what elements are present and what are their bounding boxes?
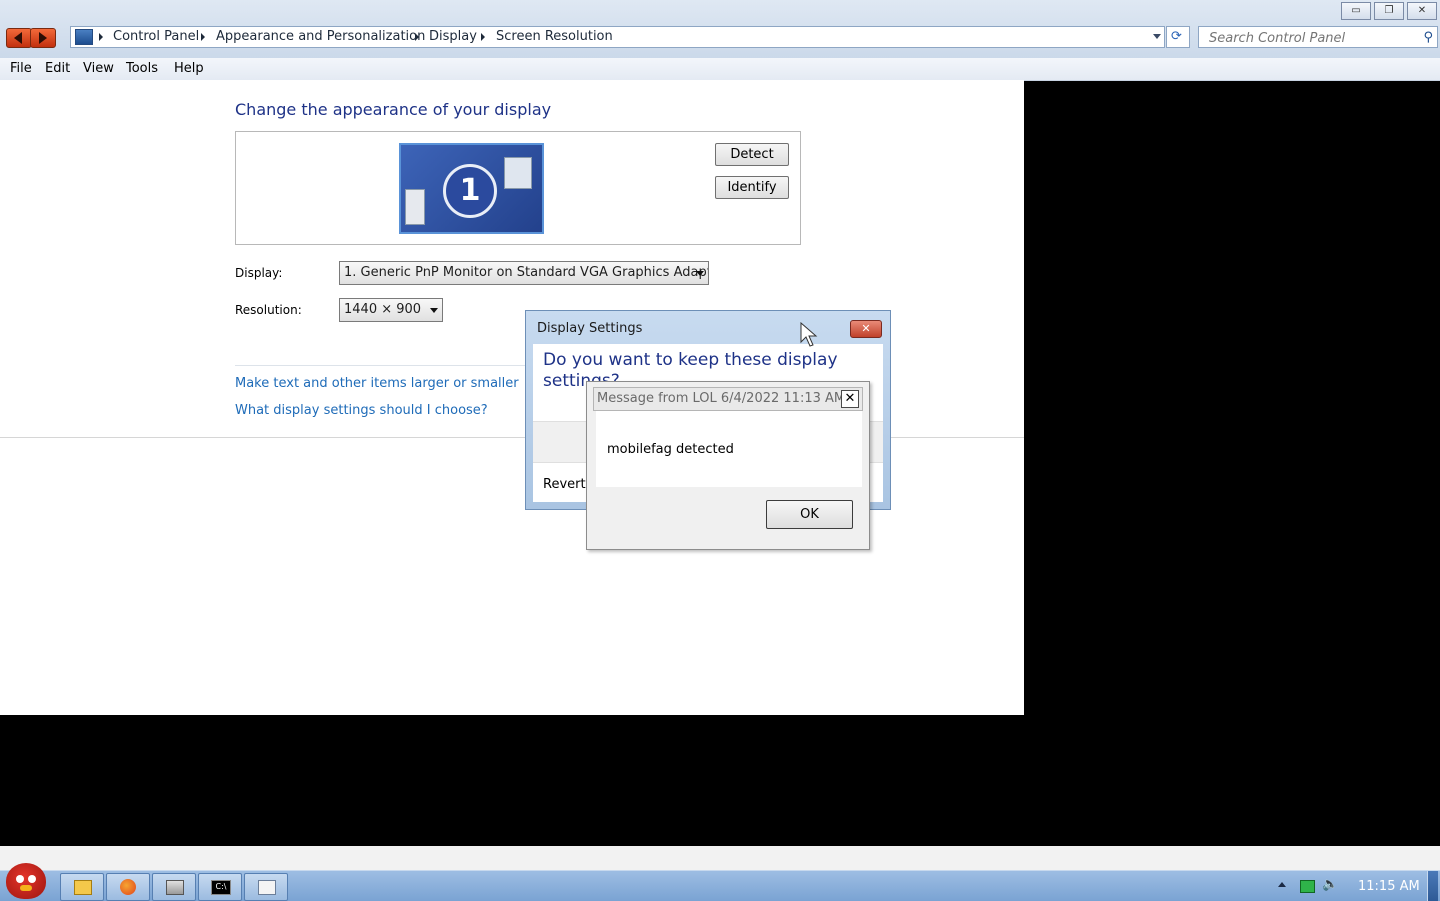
taskbar-strip — [0, 846, 1440, 870]
taskbar-firefox[interactable] — [106, 873, 150, 901]
menu-bar: File Edit View Tools Help — [0, 58, 1440, 81]
resolution-select-value: 1440 × 900 — [344, 302, 422, 317]
display-label: Display: — [235, 266, 283, 280]
taskbar-cmd[interactable]: C:\ — [198, 873, 242, 901]
breadcrumb-separator-icon[interactable] — [201, 33, 205, 41]
ok-button[interactable]: OK — [766, 500, 853, 529]
show-hidden-icons-button[interactable] — [1278, 882, 1286, 887]
cmd-icon: C:\ — [211, 880, 231, 895]
display-select-value: 1. Generic PnP Monitor on Standard VGA G… — [344, 265, 709, 280]
minimize-button[interactable]: ▭ — [1341, 2, 1371, 20]
breadcrumb-appearance[interactable]: Appearance and Personalization — [216, 29, 425, 44]
beak-icon — [20, 885, 32, 891]
firefox-icon — [120, 879, 136, 895]
monitor-number: 1 — [443, 164, 497, 218]
detect-button[interactable]: Detect — [715, 143, 789, 166]
breadcrumb-separator-icon[interactable] — [481, 33, 485, 41]
monitor-panel: 1 Detect Identify — [235, 131, 801, 245]
mouse-cursor-icon — [800, 322, 818, 347]
monitor-tile[interactable]: 1 — [399, 143, 544, 234]
window-graphic-icon — [405, 189, 425, 225]
taskbar-media[interactable] — [152, 873, 196, 901]
taskbar-clock[interactable]: 11:15 AM — [1358, 879, 1420, 894]
search-icon[interactable]: ⚲ — [1423, 30, 1433, 45]
taskbar-explorer[interactable] — [60, 873, 104, 901]
network-icon[interactable] — [1300, 880, 1315, 893]
message-text: mobilefag detected — [607, 442, 734, 457]
chevron-down-icon[interactable] — [1153, 34, 1161, 39]
show-desktop-button[interactable] — [1427, 871, 1438, 901]
message-box-title: Message from LOL 6/4/2022 11:13 AM — [597, 391, 846, 406]
menu-file[interactable]: File — [10, 61, 32, 76]
forward-arrow-icon — [39, 32, 47, 44]
message-close-button[interactable]: ✕ — [841, 390, 859, 408]
title-address-bar: ▭ ❐ ✕ Control Panel Appearance and Perso… — [0, 0, 1440, 58]
menu-tools[interactable]: Tools — [126, 61, 158, 76]
refresh-icon: ⟳ — [1171, 29, 1182, 44]
refresh-button[interactable]: ⟳ — [1166, 26, 1190, 48]
menu-edit[interactable]: Edit — [45, 61, 70, 76]
folder-icon — [74, 880, 92, 895]
search-input[interactable] — [1207, 28, 1411, 48]
close-window-button[interactable]: ✕ — [1407, 2, 1437, 20]
forward-button[interactable] — [30, 28, 56, 48]
start-button[interactable] — [6, 863, 46, 899]
chevron-down-icon — [430, 308, 438, 313]
volume-icon[interactable]: 🔈 — [1322, 877, 1338, 892]
resolution-select[interactable]: 1440 × 900 — [339, 298, 443, 322]
back-button[interactable] — [6, 28, 32, 48]
taskbar-control-panel[interactable] — [244, 873, 288, 901]
maximize-button[interactable]: ❐ — [1374, 2, 1404, 20]
display-help-link[interactable]: What display settings should I choose? — [235, 403, 488, 418]
display-select[interactable]: 1. Generic PnP Monitor on Standard VGA G… — [339, 261, 709, 285]
window-graphic-icon — [504, 157, 532, 189]
message-box-titlebar[interactable]: Message from LOL 6/4/2022 11:13 AM ✕ — [593, 387, 863, 411]
back-arrow-icon — [14, 32, 22, 44]
breadcrumb-separator-icon[interactable] — [415, 33, 419, 41]
dialog-title: Display Settings — [537, 321, 643, 336]
page-title: Change the appearance of your display — [235, 100, 552, 119]
search-box[interactable]: ⚲ — [1198, 26, 1438, 48]
breadcrumb-display[interactable]: Display — [429, 29, 477, 44]
media-icon — [166, 880, 184, 895]
chevron-down-icon — [696, 271, 704, 276]
eye-icon — [16, 875, 24, 883]
menu-view[interactable]: View — [83, 61, 114, 76]
divider — [235, 365, 525, 366]
menu-help[interactable]: Help — [174, 61, 204, 76]
breadcrumb-control-panel[interactable]: Control Panel — [113, 29, 199, 44]
breadcrumb-separator-icon — [99, 33, 103, 41]
dialog-close-button[interactable]: ✕ — [850, 320, 882, 338]
control-panel-icon — [75, 29, 93, 45]
breadcrumb-screen-resolution[interactable]: Screen Resolution — [496, 29, 613, 44]
eye-icon — [28, 875, 36, 883]
message-box-body: mobilefag detected — [596, 411, 862, 487]
resolution-label: Resolution: — [235, 303, 302, 317]
taskbar: C:\ 🔈 11:15 AM — [0, 863, 1440, 901]
identify-button[interactable]: Identify — [715, 176, 789, 199]
address-bar[interactable]: Control Panel Appearance and Personaliza… — [70, 26, 1165, 48]
message-box: Message from LOL 6/4/2022 11:13 AM ✕ mob… — [586, 381, 870, 550]
window-icon — [258, 880, 276, 895]
text-size-link[interactable]: Make text and other items larger or smal… — [235, 376, 519, 391]
